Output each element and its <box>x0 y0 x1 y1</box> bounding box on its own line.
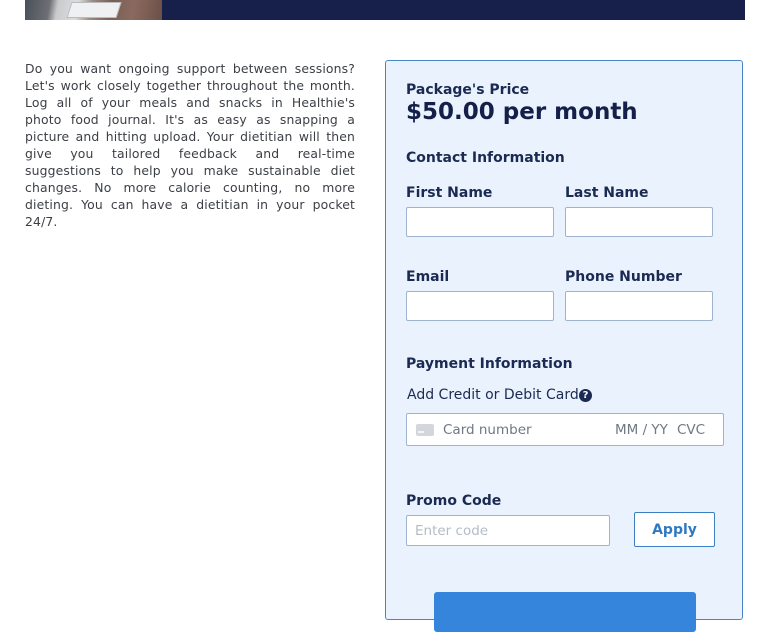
card-cvc-placeholder[interactable]: CVC <box>677 422 705 438</box>
package-price: $50.00 per month <box>406 99 638 125</box>
first-name-input[interactable] <box>406 207 554 237</box>
submit-button[interactable] <box>434 592 696 632</box>
contact-info-heading: Contact Information <box>406 150 565 166</box>
phone-label: Phone Number <box>565 269 682 285</box>
promo-code-input[interactable] <box>406 515 610 546</box>
card-expiry-placeholder[interactable]: MM / YY <box>615 422 668 438</box>
card-input[interactable]: Card number MM / YY CVC <box>406 413 724 446</box>
question-circle-icon[interactable]: ? <box>579 389 592 402</box>
apply-button[interactable]: Apply <box>634 512 715 547</box>
header-banner <box>25 0 745 20</box>
last-name-input[interactable] <box>565 207 713 237</box>
package-description: Do you want ongoing support between sess… <box>25 61 355 229</box>
email-label: Email <box>406 269 450 285</box>
add-card-label: Add Credit or Debit Card <box>407 387 579 403</box>
banner-photo <box>25 0 162 20</box>
last-name-label: Last Name <box>565 185 649 201</box>
credit-card-icon <box>416 424 434 436</box>
package-price-label: Package's Price <box>406 82 530 98</box>
payment-info-heading: Payment Information <box>406 356 573 372</box>
email-input[interactable] <box>406 291 554 321</box>
first-name-label: First Name <box>406 185 493 201</box>
signup-form-panel: Package's Price $50.00 per month Contact… <box>385 60 743 632</box>
card-number-placeholder[interactable]: Card number <box>443 422 532 438</box>
phone-input[interactable] <box>565 291 713 321</box>
promo-code-label: Promo Code <box>406 493 502 509</box>
